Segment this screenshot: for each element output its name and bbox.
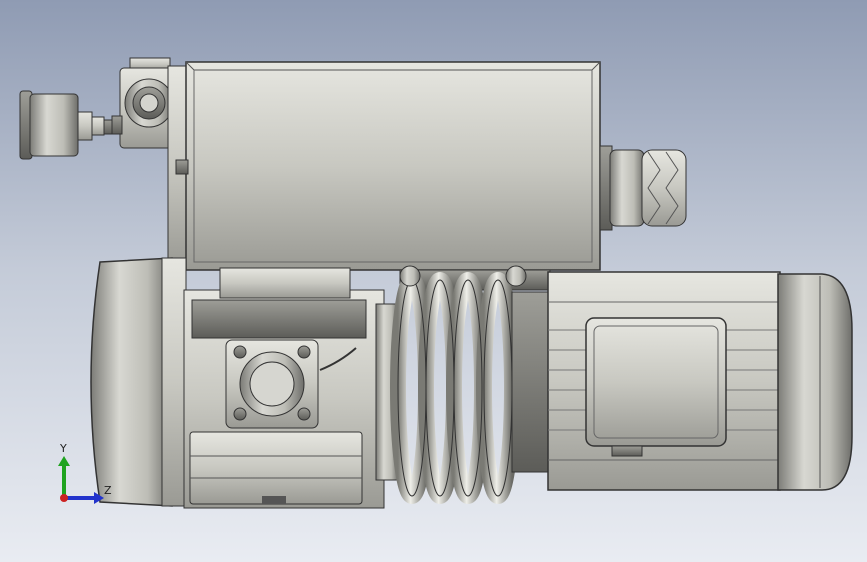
exhaust-filter-housing[interactable]	[167, 61, 601, 271]
z-axis-label: Z	[104, 484, 112, 497]
inlet-filter-cap[interactable]	[599, 145, 687, 231]
cad-viewport[interactable]: Y Z	[0, 0, 867, 562]
motor-fan-cover[interactable]	[777, 273, 853, 491]
pump-end-cover[interactable]	[90, 257, 187, 507]
vacuum-gauge[interactable]	[19, 90, 119, 160]
terminal-box[interactable]	[585, 317, 727, 457]
y-axis-arrowhead	[58, 456, 70, 466]
triad-origin	[60, 494, 68, 502]
pump-model[interactable]	[0, 0, 867, 562]
y-axis-label: Y	[60, 442, 67, 455]
